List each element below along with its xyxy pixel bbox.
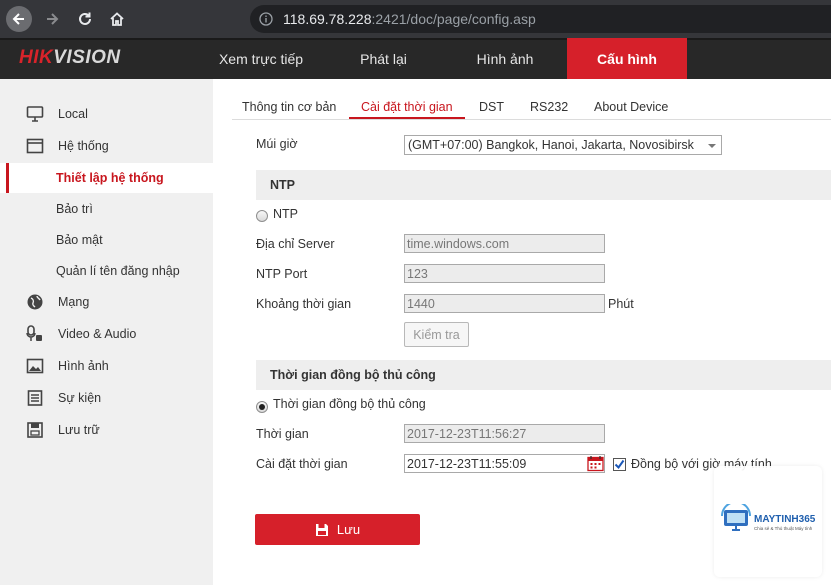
reload-button[interactable]	[72, 6, 98, 32]
watermark-brand: MAYTINH365	[754, 514, 816, 525]
url-text: 118.69.78.228:2421/doc/page/config.asp	[283, 11, 536, 27]
sidebar-item-video-audio[interactable]: Video & Audio	[0, 319, 213, 349]
hikvision-logo: HIKVISION	[19, 47, 121, 68]
arrow-right-icon	[47, 13, 59, 25]
set-time-label: Cài đặt thời gian	[256, 457, 348, 471]
set-time-value: 2017-12-23T11:55:09	[407, 456, 527, 471]
timezone-select[interactable]: (GMT+07:00) Bangkok, Hanoi, Jakarta, Nov…	[404, 135, 722, 155]
sync-pc-checkbox[interactable]	[613, 458, 626, 471]
interval-field[interactable]: 1440	[404, 294, 605, 313]
app-header: HIKVISION Xem trực tiếp Phát lại Hình ản…	[0, 38, 831, 79]
image-icon	[25, 356, 45, 376]
sidebar-item-maintenance[interactable]: Bảo trì	[0, 194, 213, 224]
calendar-icon[interactable]	[587, 455, 604, 472]
sidebar-item-network[interactable]: Mạng	[0, 287, 213, 317]
server-address-label: Địa chỉ Server	[256, 237, 335, 251]
manual-sync-section-header: Thời gian đồng bộ thủ công	[256, 360, 831, 390]
nav-tab-picture[interactable]: Hình ảnh	[450, 38, 560, 79]
sidebar-item-user-management[interactable]: Quản lí tên đăng nhập	[0, 256, 213, 286]
monitor-icon	[25, 104, 45, 124]
ntp-port-field[interactable]: 123	[404, 264, 605, 283]
address-bar[interactable]: 118.69.78.228:2421/doc/page/config.asp	[250, 5, 831, 33]
nav-tab-live-view[interactable]: Xem trực tiếp	[205, 38, 317, 79]
active-tab-indicator	[349, 117, 465, 119]
ntp-port-label: NTP Port	[256, 267, 308, 281]
interval-unit: Phút	[608, 297, 634, 311]
nav-tab-playback[interactable]: Phát lại	[330, 38, 437, 79]
manual-sync-radio[interactable]	[256, 401, 268, 413]
tab-rs232[interactable]: RS232	[530, 94, 568, 119]
url-path: :2421/doc/page/config.asp	[371, 11, 536, 27]
sidebar-item-storage[interactable]: Lưu trữ	[0, 415, 213, 445]
device-time-label: Thời gian	[256, 427, 309, 441]
floppy-disk-icon	[315, 523, 328, 536]
tab-divider	[232, 119, 831, 120]
sidebar-item-security[interactable]: Bảo mật	[0, 225, 213, 255]
reload-icon	[79, 12, 91, 25]
globe-icon	[25, 292, 45, 312]
tab-basic-info[interactable]: Thông tin cơ bản	[242, 94, 336, 119]
timezone-label: Múi giờ	[256, 137, 298, 151]
ntp-radio-label: NTP	[273, 207, 298, 221]
chevron-down-icon	[708, 144, 716, 148]
forward-button[interactable]	[39, 6, 65, 32]
ntp-section-header: NTP	[256, 170, 831, 200]
tab-dst[interactable]: DST	[479, 94, 504, 119]
maytinh365-logo-icon	[721, 504, 751, 531]
url-host: 118.69.78.228	[283, 11, 372, 27]
storage-icon	[25, 420, 45, 440]
device-time-field: 2017-12-23T11:56:27	[404, 424, 605, 443]
maytinh365-watermark: MAYTINH365 Chia sẻ & Thủ thuật Máy tính	[714, 466, 822, 577]
back-button[interactable]	[6, 6, 32, 32]
home-button[interactable]	[104, 6, 130, 32]
test-button[interactable]: Kiểm tra	[404, 322, 469, 347]
sidebar-item-system[interactable]: Hệ thống	[0, 131, 213, 161]
sidebar-item-system-settings[interactable]: Thiết lập hệ thống	[0, 163, 213, 193]
server-address-field[interactable]: time.windows.com	[404, 234, 605, 253]
info-icon[interactable]	[259, 12, 273, 26]
watermark-tagline: Chia sẻ & Thủ thuật Máy tính	[754, 526, 813, 531]
save-button[interactable]: Lưu	[255, 514, 420, 545]
home-icon	[110, 12, 124, 26]
checkmark-icon	[614, 459, 625, 470]
config-sidebar: Local Hệ thống Thiết lập hệ thống Bảo tr…	[0, 79, 213, 585]
sidebar-item-image[interactable]: Hình ảnh	[0, 351, 213, 381]
ntp-radio[interactable]	[256, 210, 268, 222]
timezone-value: (GMT+07:00) Bangkok, Hanoi, Jakarta, Nov…	[408, 138, 694, 152]
browser-toolbar: 118.69.78.228:2421/doc/page/config.asp	[0, 0, 831, 38]
nav-tab-configuration[interactable]: Cấu hình	[567, 38, 687, 79]
tab-time-settings[interactable]: Cài đặt thời gian	[361, 94, 453, 119]
sidebar-item-event[interactable]: Sự kiện	[0, 383, 213, 413]
interval-label: Khoảng thời gian	[256, 297, 352, 311]
mic-camera-icon	[25, 324, 45, 344]
tab-about-device[interactable]: About Device	[594, 94, 668, 119]
arrow-left-icon	[12, 13, 24, 25]
set-time-field[interactable]: 2017-12-23T11:55:09	[404, 454, 605, 473]
manual-sync-radio-label: Thời gian đồng bộ thủ công	[273, 397, 426, 411]
event-list-icon	[25, 388, 45, 408]
sidebar-item-local[interactable]: Local	[0, 99, 213, 129]
system-window-icon	[25, 136, 45, 156]
